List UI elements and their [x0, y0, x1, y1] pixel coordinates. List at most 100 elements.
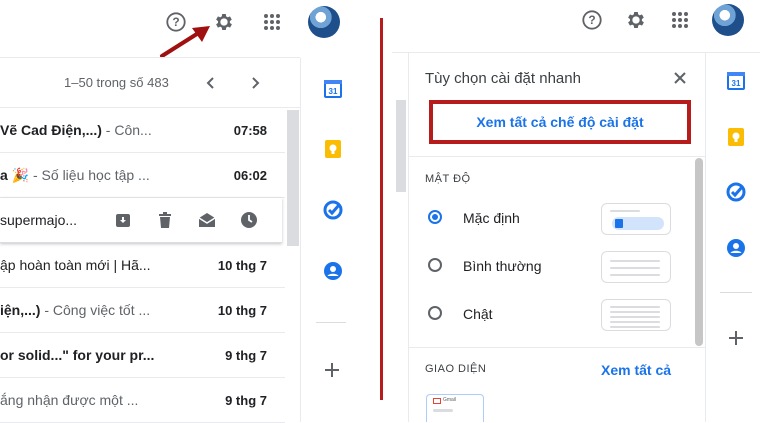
trash-icon: [159, 212, 171, 228]
email-row[interactable]: Vẽ Cad Điện,...) - Côn... 07:58: [0, 108, 285, 153]
keep-addon[interactable]: [726, 127, 746, 147]
chevron-right-icon: [252, 77, 260, 89]
snooze-button[interactable]: [240, 211, 258, 229]
calendar-icon: 31: [324, 80, 342, 98]
keep-icon: [728, 128, 744, 146]
panel-divider-line: [380, 18, 383, 400]
density-option-label: Chật: [463, 306, 493, 322]
email-row[interactable]: ắng nhận được một ... 9 thg 7: [0, 378, 285, 423]
support-button[interactable]: ?: [580, 8, 604, 32]
radio-selected[interactable]: [428, 210, 442, 224]
email-subject-bold: or solid..." for your pr...: [0, 347, 155, 363]
quick-settings-scrollbar[interactable]: [695, 158, 703, 346]
tasks-addon[interactable]: [726, 182, 746, 202]
svg-text:?: ?: [588, 13, 595, 27]
archive-button[interactable]: [114, 211, 132, 229]
density-heading: MẬT ĐỘ: [425, 173, 471, 185]
gmail-logo-icon: [433, 398, 441, 404]
email-row-hovered[interactable]: supermajo...: [0, 198, 282, 243]
side-panel-separator: [720, 292, 752, 293]
density-compact-preview: [601, 299, 671, 331]
plus-icon: [729, 331, 743, 345]
right-panel: ? Tùy chọn cài đặt nhanh Xem tất cả chế …: [392, 0, 760, 422]
email-snippet: - Số liệu học tập ...: [29, 166, 150, 183]
contacts-addon[interactable]: [323, 261, 343, 281]
radio-unselected[interactable]: [428, 306, 442, 320]
email-row[interactable]: or solid..." for your pr... 9 thg 7: [0, 333, 285, 378]
density-default-preview: [601, 203, 671, 235]
apps-grid-icon: [672, 12, 688, 28]
plus-icon: [325, 363, 339, 377]
tasks-icon: [323, 200, 343, 220]
side-panel-divider: [300, 58, 301, 422]
annotation-arrow: [160, 26, 210, 58]
left-panel: ? 1–50 trong số 483 Vẽ Cad Điện,...) - C…: [0, 0, 380, 423]
email-row[interactable]: ập hoàn toàn mới | Hã... 10 thg 7: [0, 243, 285, 288]
email-date: 9 thg 7: [225, 392, 267, 408]
close-button[interactable]: [671, 69, 689, 87]
apps-grid-icon: [264, 14, 280, 30]
calendar-addon[interactable]: 31: [323, 79, 343, 99]
density-option-compact[interactable]: Chật: [409, 295, 705, 335]
density-option-label: Bình thường: [463, 258, 542, 274]
side-panel-separator: [316, 322, 346, 323]
gear-icon: [628, 12, 644, 28]
email-snippet: - Côn...: [101, 122, 152, 138]
keep-addon[interactable]: [323, 139, 343, 159]
theme-heading: GIAO DIỆN: [425, 363, 487, 375]
email-snippet: supermajo...: [0, 212, 78, 228]
mark-read-button[interactable]: [198, 211, 216, 229]
quick-settings-panel: Tùy chọn cài đặt nhanh Xem tất cả chế độ…: [408, 53, 706, 422]
density-option-label: Mặc định: [463, 210, 520, 226]
quick-settings-title: Tùy chọn cài đặt nhanh: [425, 70, 581, 87]
help-icon: ?: [582, 10, 602, 30]
tasks-addon[interactable]: [323, 200, 343, 220]
calendar-addon[interactable]: 31: [726, 71, 746, 91]
radio-unselected[interactable]: [428, 258, 442, 272]
see-all-settings-button[interactable]: Xem tất cả chế độ cài đặt: [433, 104, 687, 140]
contacts-addon[interactable]: [726, 238, 746, 258]
email-snippet: ập hoàn toàn mới | Hã...: [0, 257, 151, 273]
get-addons-button[interactable]: [322, 360, 342, 380]
tasks-icon: [726, 182, 746, 202]
contacts-icon: [324, 262, 342, 280]
avatar[interactable]: [308, 6, 340, 38]
prev-page-button[interactable]: [202, 74, 220, 92]
theme-see-all-link[interactable]: Xem tất cả: [601, 362, 671, 378]
svg-text:31: 31: [329, 87, 338, 96]
email-row[interactable]: iện,...) - Công việc tốt ... 10 thg 7: [0, 288, 285, 333]
email-snippet: - Công việc tốt ...: [40, 302, 151, 318]
close-icon: [674, 72, 686, 84]
theme-thumbnail[interactable]: Gmail: [426, 394, 484, 422]
get-addons-button[interactable]: [726, 328, 746, 348]
density-option-default[interactable]: Mặc định: [409, 199, 705, 239]
avatar[interactable]: [712, 4, 744, 36]
delete-button[interactable]: [156, 211, 174, 229]
svg-text:31: 31: [732, 79, 741, 88]
archive-icon: [116, 214, 130, 227]
next-page-button[interactable]: [246, 74, 264, 92]
theme-thumb-label: Gmail: [443, 397, 457, 403]
email-subject-bold: a 🎉: [0, 166, 30, 183]
email-date: 10 thg 7: [217, 302, 267, 318]
density-option-comfortable[interactable]: Bình thường: [409, 247, 705, 287]
list-scrollbar[interactable]: [287, 110, 299, 246]
email-snippet: ắng nhận được một ...: [0, 392, 139, 408]
email-subject-bold: iện,...): [0, 302, 41, 318]
background-scrollbar: [396, 100, 406, 192]
settings-button[interactable]: [624, 8, 648, 32]
email-row[interactable]: a 🎉 - Số liệu học tập ... 06:02: [0, 153, 285, 198]
contacts-icon: [727, 239, 745, 257]
email-date: 10 thg 7: [217, 257, 267, 273]
density-comfortable-preview: [601, 251, 671, 283]
email-list: Vẽ Cad Điện,...) - Côn... 07:58 a 🎉 - Số…: [0, 108, 300, 423]
keep-icon: [325, 140, 341, 158]
section-divider: [409, 347, 705, 348]
email-date: 9 thg 7: [225, 347, 267, 363]
email-date: 06:02: [233, 167, 267, 183]
topbar-divider: [0, 57, 300, 58]
apps-button[interactable]: [260, 10, 284, 34]
clock-icon: [241, 212, 257, 228]
section-divider: [409, 156, 705, 157]
apps-button[interactable]: [668, 8, 692, 32]
